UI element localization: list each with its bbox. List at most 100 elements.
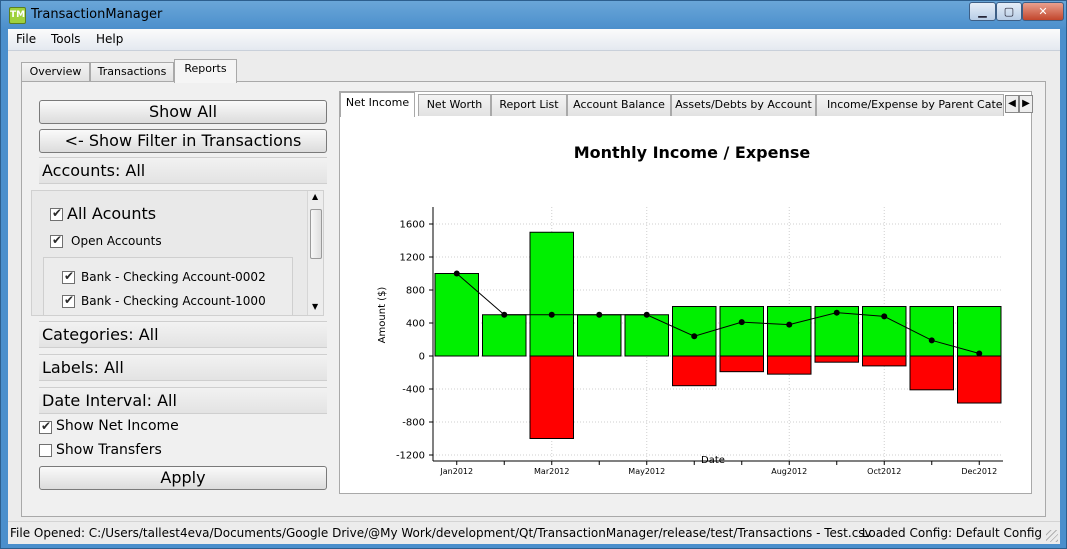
check-icon: ✔ xyxy=(64,269,75,283)
status-bar: File Opened: C:/Users/tallest4eva/Docume… xyxy=(8,521,1060,544)
net-income-chart: Monthly Income / Expense Amount ($) Date… xyxy=(377,143,1003,476)
accounts-list: ✔ All Acounts ✔ Open Accounts ✔ Bank - C… xyxy=(31,190,324,316)
bar xyxy=(719,355,764,373)
net-income-point xyxy=(596,311,603,318)
tab-transactions[interactable]: Transactions xyxy=(90,62,174,82)
net-income-point xyxy=(501,311,508,318)
show-filter-button[interactable]: <- Show Filter in Transactions xyxy=(39,129,327,153)
all-accounts-checkbox[interactable]: ✔ xyxy=(50,206,63,221)
show-transfers-label: Show Transfers xyxy=(56,442,162,458)
bar xyxy=(529,355,574,439)
show-transfers-checkbox[interactable] xyxy=(39,444,52,457)
x-tick-label: May2012 xyxy=(628,467,665,476)
resize-grip-icon[interactable] xyxy=(1046,530,1058,542)
title-bar: TM TransactionManager ▁ ▢ ✕ xyxy=(1,1,1066,29)
open-accounts-checkbox[interactable]: ✔ xyxy=(50,233,63,248)
status-file-opened: File Opened: C:/Users/tallest4eva/Docume… xyxy=(10,526,872,540)
bar xyxy=(862,355,907,367)
y-tick-label: 400 xyxy=(406,319,425,330)
net-income-point xyxy=(881,313,888,320)
x-tick-label: Aug2012 xyxy=(771,467,807,476)
net-income-point xyxy=(691,333,698,340)
net-income-point xyxy=(976,350,983,357)
show-all-button[interactable]: Show All xyxy=(39,100,327,124)
minimize-button[interactable]: ▁ xyxy=(969,2,996,21)
tab-income-expense-parent[interactable]: Income/Expense by Parent Category xyxy=(816,94,1004,116)
menu-bar: File Tools Help xyxy=(8,29,1060,51)
tab-reports[interactable]: Reports xyxy=(174,59,237,83)
tab-assets-debts[interactable]: Assets/Debts by Account xyxy=(671,94,816,116)
close-button[interactable]: ✕ xyxy=(1022,2,1064,21)
check-icon: ✔ xyxy=(64,293,75,307)
menu-file[interactable]: File xyxy=(16,32,36,46)
y-tick-label: 1600 xyxy=(400,220,425,231)
bar xyxy=(434,273,479,357)
bar xyxy=(957,355,1002,404)
status-config: Loaded Config: Default Config xyxy=(861,526,1042,540)
tab-scroll-right-icon[interactable]: ▶ xyxy=(1019,95,1033,113)
app-icon: TM xyxy=(9,7,26,24)
chart-y-axis-label: Amount ($) xyxy=(377,287,388,344)
chart-area: Monthly Income / Expense Amount ($) Date… xyxy=(347,119,1031,489)
bar xyxy=(577,314,622,357)
bar xyxy=(957,306,1002,357)
tab-account-balance[interactable]: Account Balance xyxy=(567,94,671,116)
scroll-down-icon[interactable]: ▼ xyxy=(312,302,318,311)
window-title: TransactionManager xyxy=(31,7,163,22)
date-interval-header[interactable]: Date Interval: All xyxy=(39,387,327,414)
tab-report-list[interactable]: Report List xyxy=(491,94,567,116)
account-items-box: ✔ Bank - Checking Account-0002 ✔ Bank - … xyxy=(43,257,293,315)
x-tick-label: Dec2012 xyxy=(961,467,997,476)
net-income-point xyxy=(738,319,745,326)
bar xyxy=(909,355,954,391)
account-item-checkbox[interactable]: ✔ xyxy=(62,269,75,284)
maximize-button[interactable]: ▢ xyxy=(996,2,1022,21)
open-accounts-label: Open Accounts xyxy=(71,234,162,248)
accounts-header[interactable]: Accounts: All xyxy=(39,157,327,184)
y-tick-label: -1200 xyxy=(396,451,425,462)
x-tick-label: Jan2012 xyxy=(439,467,473,476)
y-tick-label: 800 xyxy=(406,286,425,297)
categories-header[interactable]: Categories: All xyxy=(39,321,327,348)
tab-overview[interactable]: Overview xyxy=(21,62,90,82)
bar xyxy=(767,355,812,375)
net-income-point xyxy=(453,270,460,277)
chart-title: Monthly Income / Expense xyxy=(574,143,811,162)
menu-tools[interactable]: Tools xyxy=(51,32,81,46)
scrollbar-thumb[interactable] xyxy=(310,209,322,259)
show-net-income-checkbox[interactable]: ✔ xyxy=(39,419,52,434)
check-icon: ✔ xyxy=(52,233,63,247)
apply-button[interactable]: Apply xyxy=(39,466,327,490)
bar xyxy=(624,314,669,357)
accounts-scrollbar[interactable]: ▲ ▼ xyxy=(307,191,323,315)
account-item-checkbox[interactable]: ✔ xyxy=(62,293,75,308)
labels-header[interactable]: Labels: All xyxy=(39,354,327,381)
net-income-point xyxy=(548,311,555,318)
net-income-point xyxy=(928,337,935,344)
app-window: TM TransactionManager ▁ ▢ ✕ File Tools H… xyxy=(0,0,1067,549)
bar xyxy=(814,355,859,363)
account-item-label: Bank - Checking Account-0002 xyxy=(81,270,266,284)
scroll-up-icon[interactable]: ▲ xyxy=(312,192,318,201)
all-accounts-label: All Acounts xyxy=(67,204,157,223)
net-income-point xyxy=(643,311,650,318)
bar xyxy=(719,306,764,357)
y-tick-label: -400 xyxy=(402,385,425,396)
bar xyxy=(672,355,717,387)
bar xyxy=(482,314,527,357)
tab-net-worth[interactable]: Net Worth xyxy=(418,94,491,116)
check-icon: ✔ xyxy=(41,419,52,433)
client-area: File Tools Help Overview Transactions Re… xyxy=(8,29,1060,544)
show-net-income-label: Show Net Income xyxy=(56,418,179,434)
tab-net-income[interactable]: Net Income xyxy=(340,92,415,117)
y-tick-label: -800 xyxy=(402,418,425,429)
check-icon: ✔ xyxy=(52,206,63,220)
x-tick-label: Oct2012 xyxy=(867,467,901,476)
net-income-point xyxy=(786,321,793,328)
menu-help[interactable]: Help xyxy=(96,32,123,46)
account-item-label: Bank - Checking Account-1000 xyxy=(81,294,266,308)
y-tick-label: 0 xyxy=(419,352,425,363)
net-income-point xyxy=(833,309,840,316)
bar xyxy=(909,306,954,357)
tab-scroll-left-icon[interactable]: ◀ xyxy=(1005,95,1019,113)
